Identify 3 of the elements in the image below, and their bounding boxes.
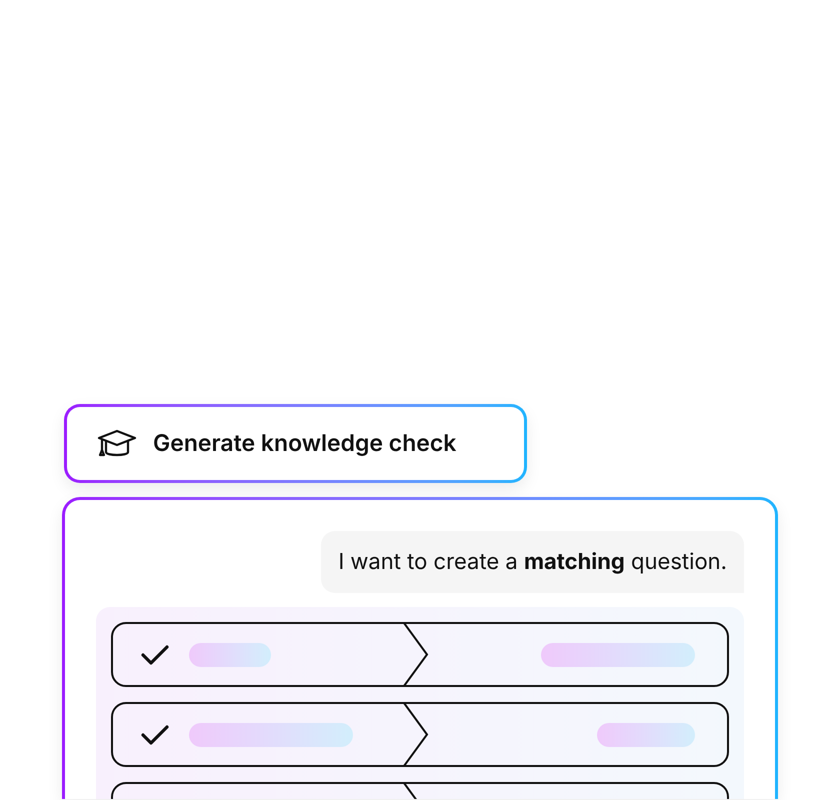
- generate-button[interactable]: Generate knowledge check: [64, 404, 527, 483]
- graduation-cap-icon: [97, 428, 137, 458]
- message-text: I want to create a matching question.: [338, 548, 727, 576]
